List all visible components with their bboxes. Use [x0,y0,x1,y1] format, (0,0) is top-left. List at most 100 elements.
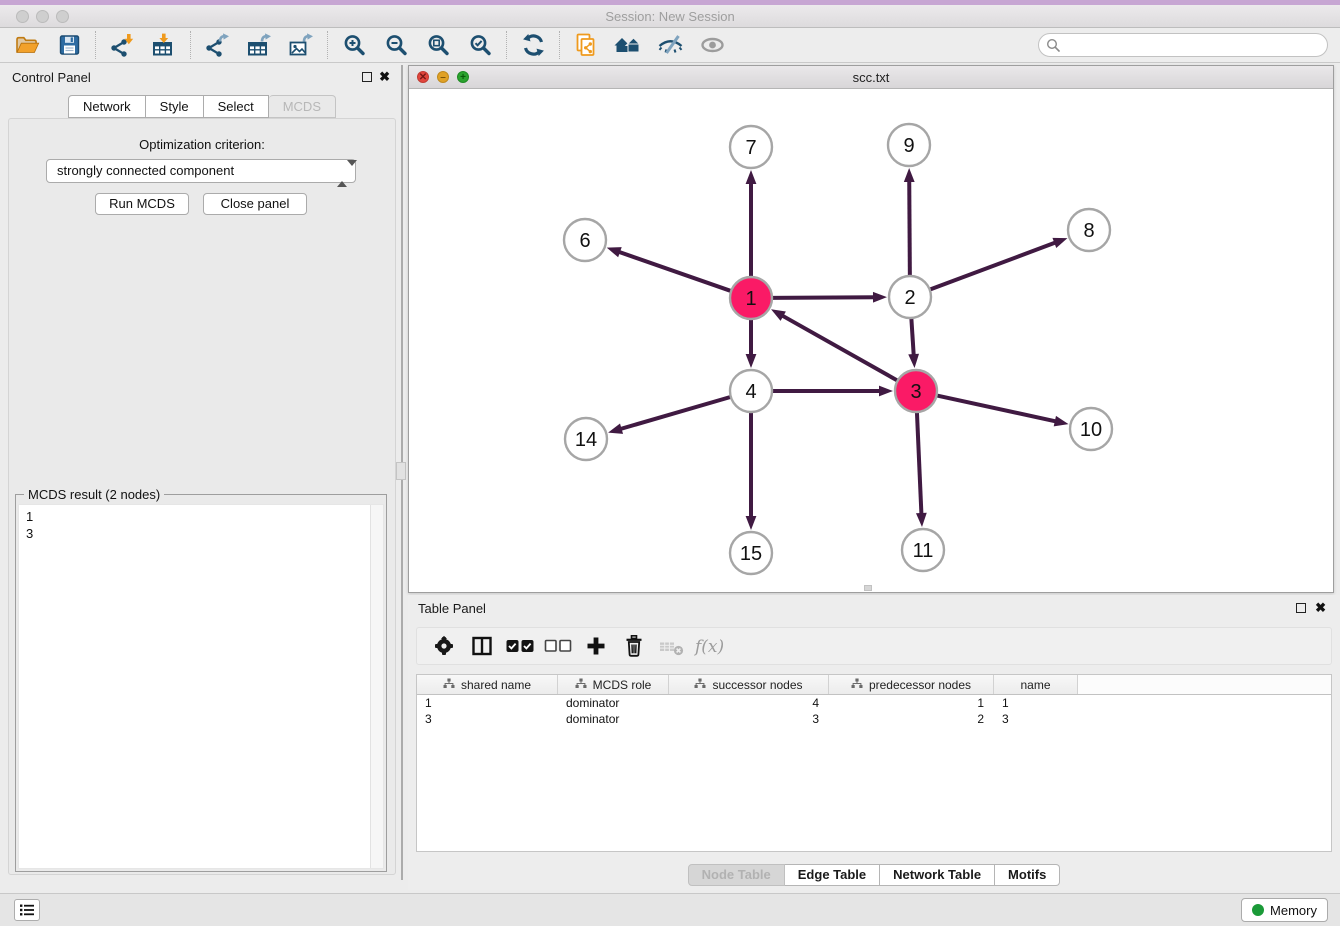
table-cell[interactable]: dominator [558,711,669,727]
delete-entry-icon[interactable] [615,630,653,662]
zoom-out-icon[interactable] [375,29,417,61]
memory-button[interactable]: Memory [1241,898,1328,922]
table-cell[interactable]: 3 [669,711,829,727]
graph-edge-4-14[interactable] [619,397,731,430]
network-canvas[interactable]: 7968124310141511 [409,89,1333,592]
graph-node-label: 11 [913,540,934,562]
zoom-selected-icon[interactable] [459,29,501,61]
panel-splitter-grip[interactable] [396,462,406,480]
run-mcds-button[interactable]: Run MCDS [95,193,189,215]
graph-edge-3-1[interactable] [781,315,898,381]
memory-status-icon [1252,904,1264,916]
result-scrollbar[interactable] [370,505,383,868]
column-header-successor-nodes[interactable]: successor nodes [669,675,829,694]
table-cell[interactable]: dominator [558,695,669,711]
close-panel-button[interactable]: Close panel [203,193,307,215]
float-panel-icon[interactable] [362,72,372,82]
export-network-icon[interactable] [196,29,238,61]
graph-edge-arrow [608,423,623,433]
function-builder-icon[interactable]: f(x) [691,630,729,662]
column-type-icon [575,678,587,692]
graph-node-label: 2 [904,287,915,309]
graph-edge-2-8[interactable] [930,242,1057,290]
table-cell[interactable]: 4 [669,695,829,711]
table-settings-icon[interactable] [425,630,463,662]
column-header-predecessor-nodes[interactable]: predecessor nodes [829,675,994,694]
table-cell[interactable]: 3 [417,711,558,727]
column-header-shared-name[interactable]: shared name [417,675,558,694]
search-box [1038,33,1328,57]
search-input[interactable] [1038,33,1328,57]
table-cell[interactable]: 1 [829,695,994,711]
mcds-result-area[interactable]: 1 3 [18,504,384,869]
tab-motifs[interactable]: Motifs [995,864,1060,886]
graph-node-label: 4 [745,381,756,403]
graph-node-label: 10 [1080,419,1102,441]
import-network-icon[interactable] [101,29,143,61]
graph-node-label: 7 [745,137,756,159]
network-titlebar[interactable]: ✕ – + scc.txt [409,66,1333,89]
table-cell[interactable]: 1 [994,695,1078,711]
graph-edge-2-9[interactable] [909,179,910,276]
network-resize-grip[interactable] [864,585,872,591]
export-image-icon[interactable] [280,29,322,61]
graph-edge-3-10[interactable] [937,395,1058,421]
deselect-all-icon[interactable] [539,630,577,662]
graph-edge-3-11[interactable] [917,412,922,516]
column-header-filler [1078,675,1331,694]
task-history-button[interactable] [14,899,40,921]
graph-edge-arrow [771,309,786,321]
mcds-result-text: 1 3 [19,505,383,542]
table-cell[interactable]: 3 [994,711,1078,727]
tab-node-table[interactable]: Node Table [688,864,785,886]
toolbar-separator [506,31,507,59]
graph-edge-arrow [746,354,757,368]
open-session-icon[interactable] [6,29,48,61]
graph-node-label: 6 [579,230,590,252]
export-table-icon[interactable] [238,29,280,61]
add-entry-icon[interactable] [577,630,615,662]
graph-edge-arrow [873,292,887,303]
tab-edge-table[interactable]: Edge Table [785,864,880,886]
tab-select[interactable]: Select [204,95,269,118]
select-all-icon[interactable] [501,630,539,662]
hide-graphics-details-icon[interactable] [649,29,691,61]
table-row[interactable]: 3dominator323 [417,711,1331,727]
table-row[interactable]: 1dominator411 [417,695,1331,711]
graph-edge-1-6[interactable] [617,251,731,291]
import-table-icon[interactable] [143,29,185,61]
graph-node-label: 3 [910,381,921,403]
column-header-label: name [1020,678,1050,692]
close-panel-icon[interactable]: ✖ [379,69,390,85]
tab-mcds[interactable]: MCDS [269,95,336,118]
table-cell[interactable]: 2 [829,711,994,727]
table-float-icon[interactable] [1296,603,1306,613]
tab-network-table[interactable]: Network Table [880,864,995,886]
toggle-columns-icon[interactable] [463,630,501,662]
save-session-icon[interactable] [48,29,90,61]
refresh-icon[interactable] [512,29,554,61]
optimization-dropdown[interactable]: strongly connected component [46,159,356,183]
column-header-name[interactable]: name [994,675,1078,694]
table-close-icon[interactable]: ✖ [1315,600,1326,616]
graph-node-label: 14 [575,429,597,451]
graph-edge-arrow [746,170,757,184]
table-cell[interactable]: 1 [417,695,558,711]
graph-node-label: 9 [903,135,914,157]
node-table-header: shared nameMCDS rolesuccessor nodesprede… [417,675,1331,695]
zoom-in-icon[interactable] [333,29,375,61]
clone-network-icon[interactable] [565,29,607,61]
tab-style[interactable]: Style [146,95,204,118]
graph-edge-arrow [879,386,893,397]
graph-edge-2-3[interactable] [911,318,913,357]
column-header-MCDS-role[interactable]: MCDS role [558,675,669,694]
graph-edge-1-2[interactable] [772,297,876,298]
control-panel-header: Control Panel ✖ [4,65,400,91]
tab-network[interactable]: Network [68,95,146,118]
zoom-fit-icon[interactable] [417,29,459,61]
control-panel: Control Panel ✖ NetworkStyleSelectMCDS O… [4,65,400,880]
first-neighbors-icon[interactable] [607,29,649,61]
node-table: shared nameMCDS rolesuccessor nodesprede… [416,674,1332,852]
table-tabs: Node TableEdge TableNetwork TableMotifs [408,864,1340,886]
graph-node-label: 1 [745,288,756,310]
